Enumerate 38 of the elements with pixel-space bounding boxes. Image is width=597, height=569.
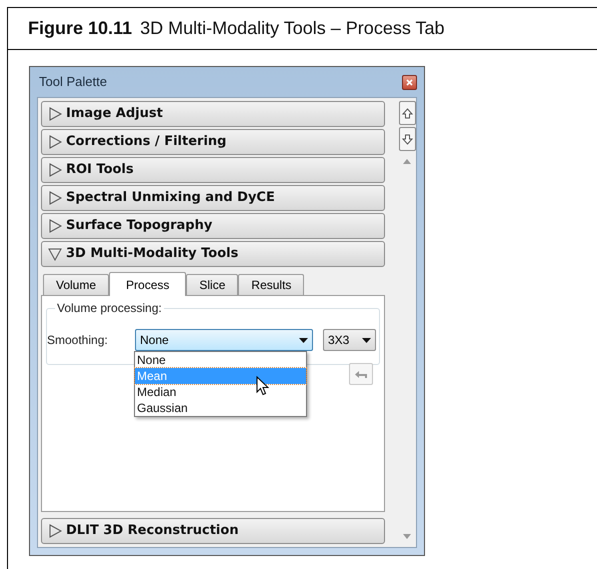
- triangle-down-icon: [48, 247, 62, 261]
- tab[interactable]: Volume: [43, 274, 110, 295]
- triangle-right-icon: [48, 524, 62, 538]
- section-header[interactable]: Spectral Unmixing and DyCE: [41, 185, 385, 211]
- undo-arrow-icon: [354, 369, 368, 379]
- close-button[interactable]: [402, 74, 417, 90]
- window-title: Tool Palette: [38, 73, 107, 92]
- dropdown-option[interactable]: None: [135, 352, 306, 368]
- section-header[interactable]: Image Adjust: [41, 101, 385, 127]
- section-header[interactable]: DLIT 3D Reconstruction: [41, 518, 385, 544]
- triangle-right-icon: [48, 107, 62, 121]
- dropdown-option[interactable]: Median: [135, 384, 306, 400]
- section-header[interactable]: Corrections / Filtering: [41, 129, 385, 155]
- scroll-down-button[interactable]: [398, 127, 416, 151]
- down-arrow-icon: [402, 134, 412, 144]
- triangle-right-icon: [48, 163, 62, 177]
- undo-button[interactable]: [349, 363, 373, 385]
- kernel-dropdown[interactable]: 3X3: [323, 329, 376, 351]
- up-arrow-icon: [402, 108, 412, 118]
- triangle-right-icon: [48, 135, 62, 149]
- field-label: Smoothing:: [47, 332, 109, 349]
- dropdown-option[interactable]: Gaussian: [135, 400, 306, 416]
- section-header[interactable]: 3D Multi-Modality Tools: [41, 241, 385, 267]
- figure-caption: Figure 10.11 3D Multi-Modality Tools – Process Tab: [8, 8, 597, 50]
- group-title: Volume processing:: [55, 300, 164, 316]
- tab[interactable]: Results: [238, 274, 304, 295]
- tab[interactable]: Process: [109, 272, 186, 296]
- caret-icon: [362, 338, 371, 342]
- section-header[interactable]: ROI Tools: [41, 157, 385, 183]
- section-header[interactable]: Surface Topography: [41, 213, 385, 239]
- smoothing-dropdown[interactable]: None: [135, 329, 313, 351]
- mouse-pointer-icon: [256, 376, 270, 396]
- triangle-right-icon: [48, 191, 62, 205]
- tab[interactable]: Slice: [186, 274, 238, 295]
- triangle-right-icon: [48, 219, 62, 233]
- scroll-up-button[interactable]: [398, 101, 416, 125]
- caret-icon: [299, 338, 308, 342]
- close-icon: [406, 78, 413, 86]
